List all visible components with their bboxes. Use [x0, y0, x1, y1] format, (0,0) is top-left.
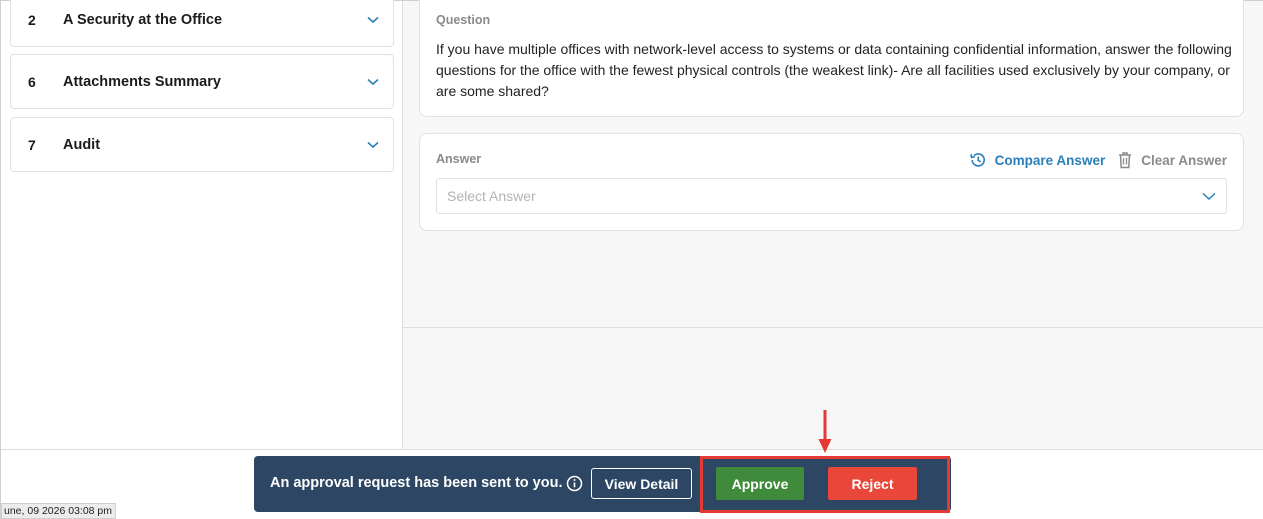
trash-icon [1119, 152, 1132, 169]
question-area: Question If you have multiple offices wi… [403, 0, 1263, 328]
clear-answer-label: Clear Answer [1141, 152, 1227, 168]
question-text: If you have multiple offices with networ… [436, 41, 1232, 99]
info-icon[interactable] [566, 475, 583, 497]
section-item-audit[interactable]: 7 Audit [10, 117, 394, 172]
section-number: 7 [28, 136, 36, 153]
view-detail-button[interactable]: View Detail [591, 468, 692, 499]
question-label: Question [436, 13, 491, 27]
section-number: 2 [28, 11, 36, 28]
answer-card: Answer Compare Answer Clear Answer Selec… [419, 133, 1244, 231]
reject-button[interactable]: Reject [828, 467, 917, 500]
chevron-down-icon[interactable] [353, 78, 393, 86]
chevron-down-icon[interactable] [353, 141, 393, 149]
sections-sidebar: 2 A Security at the Office 6 Attachments… [1, 0, 403, 449]
clear-answer-button[interactable]: Clear Answer [1117, 151, 1227, 169]
answer-select[interactable]: Select Answer [436, 178, 1227, 214]
app-window: 2 A Security at the Office 6 Attachments… [0, 0, 1263, 519]
question-card: Question If you have multiple offices wi… [419, 0, 1244, 117]
section-item-security-at-office[interactable]: 2 A Security at the Office [10, 0, 394, 47]
annotation-arrow-icon [818, 410, 832, 453]
answer-label: Answer [436, 152, 482, 166]
section-title: A Security at the Office [63, 11, 223, 28]
chevron-down-icon [1202, 192, 1216, 200]
question-panel: Question If you have multiple offices wi… [403, 0, 1263, 449]
history-icon [969, 153, 985, 167]
section-title: Audit [63, 136, 101, 153]
approve-button[interactable]: Approve [716, 467, 804, 500]
timestamp-label: une, 09 2026 03:08 pm [1, 503, 117, 519]
toast-message: An approval request has been sent to you… [270, 475, 563, 491]
chevron-down-icon[interactable] [353, 16, 393, 24]
section-number: 6 [28, 73, 36, 90]
compare-answer-label: Compare Answer [994, 152, 1106, 168]
section-item-attachments-summary[interactable]: 6 Attachments Summary [10, 54, 394, 109]
answer-select-placeholder: Select Answer [447, 188, 536, 204]
answer-actions: Compare Answer Clear Answer [969, 151, 1227, 169]
compare-answer-button[interactable]: Compare Answer [969, 151, 1106, 169]
section-title: Attachments Summary [63, 73, 221, 90]
